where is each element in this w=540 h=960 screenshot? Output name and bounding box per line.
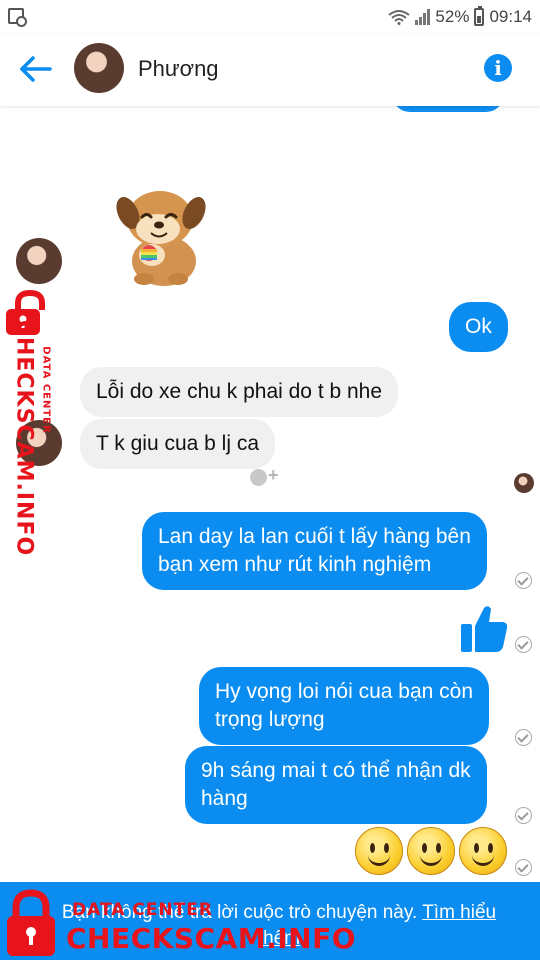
contact-name[interactable]: Phương — [138, 56, 219, 82]
message-outgoing[interactable]: Hy vọng loi nói cua bạn còn trọng lượng — [199, 667, 489, 745]
contact-avatar-small[interactable] — [16, 238, 62, 284]
info-icon[interactable]: i — [484, 54, 512, 82]
watermark-big-text: CHECKSCAM.INFO — [11, 319, 37, 557]
message-outgoing[interactable]: Ok — [449, 302, 508, 352]
watermark-small-text: DATA CENTER — [40, 346, 52, 434]
watermark-side: DATA CENTER CHECKSCAM.INFO — [2, 290, 60, 556]
battery-percent: 52% — [435, 7, 470, 26]
smiley-emoji-icon[interactable] — [407, 827, 455, 875]
seen-avatar — [514, 473, 534, 493]
sent-check-icon — [515, 729, 532, 746]
sent-check-icon — [515, 636, 532, 653]
message-outgoing[interactable]: 9h sáng mai t có thể nhận dk hàng — [185, 746, 487, 824]
contact-avatar[interactable] — [74, 43, 124, 93]
sent-check-icon — [515, 572, 532, 589]
watermark-big-text: CHECKSCAM.INFO — [66, 922, 357, 955]
dog-sticker[interactable] — [114, 183, 206, 287]
battery-icon — [474, 6, 485, 26]
smiley-emoji-icon[interactable] — [459, 827, 507, 875]
smiley-emoji-icon[interactable] — [355, 827, 403, 875]
conversation-header: Phương i — [0, 34, 540, 106]
back-arrow-icon[interactable] — [18, 54, 54, 84]
clock: 09:14 — [489, 7, 532, 26]
message-incoming[interactable]: Lỗi do xe chu k phai do t b nhe — [80, 367, 399, 417]
sent-check-icon — [515, 859, 532, 876]
status-bar-right: 52% 09:14 — [388, 6, 532, 28]
lock-icon — [7, 889, 55, 956]
message-outgoing[interactable]: Lan day la lan cuối t lấy hàng bên bạn x… — [142, 512, 487, 590]
add-reaction-icon[interactable]: + — [248, 465, 280, 491]
thumbs-up-icon[interactable] — [458, 602, 510, 654]
screenshot-notification-icon — [8, 8, 27, 27]
sent-check-icon — [515, 807, 532, 824]
status-bar: 52% 09:14 — [0, 0, 540, 34]
watermark-small-text: DATA CENTER — [72, 900, 213, 920]
watermark-bottom: DATA CENTER CHECKSCAM.INFO — [0, 886, 356, 960]
wifi-icon — [388, 10, 411, 25]
message-incoming[interactable]: T k giu cua b lj ca — [80, 419, 276, 469]
signal-icon — [415, 9, 431, 25]
